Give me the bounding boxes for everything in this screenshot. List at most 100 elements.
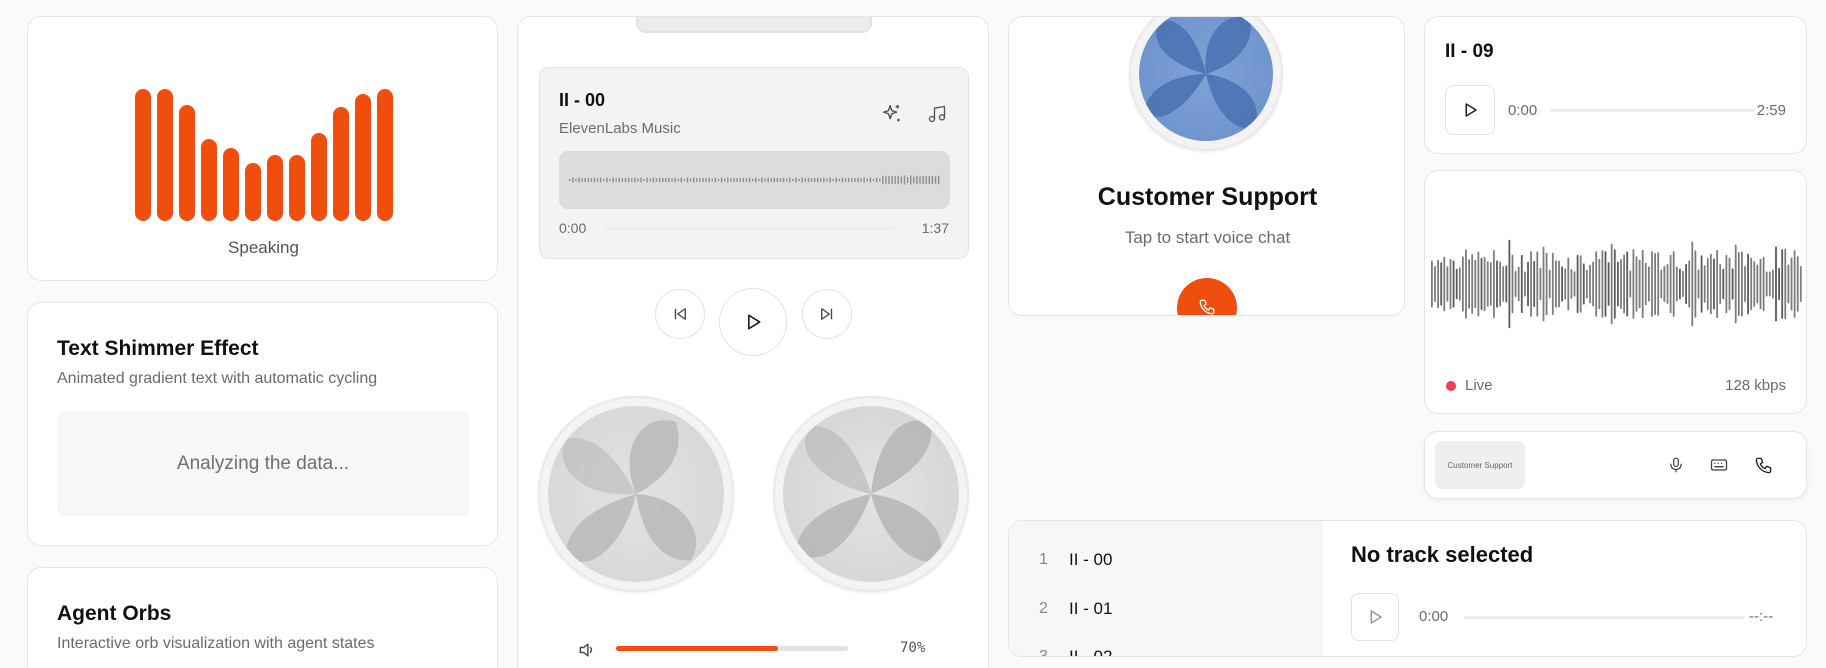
waveform-bar bbox=[1520, 254, 1523, 314]
waveform-bar bbox=[1551, 252, 1554, 316]
waveform-bar bbox=[596, 178, 599, 182]
next-track-button[interactable] bbox=[802, 289, 852, 339]
microphone-icon[interactable] bbox=[1665, 454, 1687, 476]
waveform-bar bbox=[578, 177, 580, 183]
waveform-bar bbox=[1607, 262, 1610, 306]
card-subtitle: Animated gradient text with automatic cy… bbox=[57, 370, 378, 387]
phone-icon bbox=[1198, 298, 1216, 315]
waveform-bar bbox=[910, 175, 912, 185]
card-title: Text Shimmer Effect bbox=[57, 337, 259, 360]
waveform-bar bbox=[748, 177, 751, 183]
waveform-bar bbox=[925, 176, 927, 184]
keyboard-icon[interactable] bbox=[1708, 454, 1730, 476]
track-number: 2 bbox=[1039, 600, 1048, 617]
waveform-bar bbox=[1480, 257, 1483, 311]
volume-icon[interactable] bbox=[576, 639, 598, 661]
support-subtitle: Tap to start voice chat bbox=[1124, 228, 1291, 247]
waveform-bar bbox=[727, 177, 729, 183]
waveform-bar bbox=[838, 178, 841, 182]
waveform-bar bbox=[674, 177, 676, 183]
waveform-bar bbox=[770, 178, 772, 182]
waveform-bar bbox=[643, 178, 645, 182]
waveform-bar bbox=[702, 177, 704, 183]
waveform-bar bbox=[714, 177, 717, 183]
waveform-bar bbox=[1539, 268, 1542, 300]
waveform-bar bbox=[1728, 257, 1731, 311]
list-item[interactable]: 3 II - 02 bbox=[1039, 645, 1113, 657]
waveform-bar bbox=[1713, 258, 1715, 310]
waveform-bar bbox=[1737, 252, 1740, 316]
track-waveform[interactable] bbox=[559, 151, 950, 209]
waveform-bar bbox=[1741, 251, 1743, 317]
start-call-button[interactable] bbox=[1177, 278, 1237, 315]
list-item[interactable]: 2 II - 01 bbox=[1039, 597, 1112, 621]
waveform-bar bbox=[1483, 256, 1486, 312]
track-number: 1 bbox=[1039, 551, 1048, 568]
waveform-bar bbox=[621, 178, 624, 182]
waveform-bar bbox=[1561, 266, 1563, 302]
waveform-bar bbox=[916, 175, 918, 185]
player-panel: II - 00 ElevenLabs Music 0:00 1:37 bbox=[539, 67, 969, 259]
bitrate: 128 kbps bbox=[1725, 377, 1786, 394]
waveform-bar bbox=[705, 178, 707, 182]
waveform-bar bbox=[1768, 271, 1771, 297]
agent-orb-left[interactable] bbox=[538, 396, 734, 592]
voice-level-bar bbox=[332, 107, 349, 221]
waveform-bar bbox=[937, 175, 940, 185]
sparkles-icon[interactable] bbox=[880, 102, 904, 126]
waveform-bar bbox=[1765, 271, 1768, 297]
waveform-bar bbox=[1471, 254, 1474, 314]
waveform-bar bbox=[804, 178, 806, 182]
volume-slider[interactable] bbox=[616, 646, 848, 651]
music-note-icon[interactable] bbox=[925, 102, 949, 126]
phone-icon[interactable] bbox=[1752, 454, 1774, 476]
waveform-bar bbox=[1682, 270, 1684, 298]
waveform-bar bbox=[624, 177, 627, 183]
seek-track[interactable] bbox=[1550, 109, 1755, 112]
waveform-bar bbox=[1759, 258, 1762, 310]
waveform-bar bbox=[662, 177, 664, 183]
support-orb[interactable] bbox=[1129, 17, 1283, 151]
waveform-bar bbox=[1719, 263, 1722, 305]
waveform-bar bbox=[1620, 259, 1622, 309]
waveform-bar bbox=[1784, 248, 1787, 320]
waveform-bar bbox=[817, 177, 819, 183]
track-title: II - 02 bbox=[1069, 647, 1113, 657]
track-artist: ElevenLabs Music bbox=[559, 120, 681, 137]
shimmer-text: Analyzing the data... bbox=[176, 452, 350, 474]
waveform-bar bbox=[1573, 271, 1576, 297]
waveform-bar bbox=[795, 177, 797, 183]
waveform-bar bbox=[655, 178, 658, 182]
waveform-bar bbox=[1651, 251, 1653, 317]
waveform-bar bbox=[1750, 257, 1753, 311]
waveform-bar bbox=[761, 177, 763, 183]
list-item[interactable]: 1 II - 00 bbox=[1039, 548, 1112, 572]
waveform-bar bbox=[1443, 256, 1446, 312]
waveform-bar bbox=[813, 177, 816, 183]
play-icon bbox=[1461, 101, 1479, 119]
playlist-play-button[interactable] bbox=[1351, 593, 1399, 641]
waveform-bar bbox=[1477, 251, 1480, 317]
waveform-bar bbox=[696, 178, 698, 182]
waveform-bar bbox=[668, 177, 670, 183]
waveform-bar bbox=[1527, 261, 1529, 307]
waveform-bar bbox=[882, 175, 884, 185]
mini-play-button[interactable] bbox=[1445, 85, 1495, 135]
waveform-bar bbox=[1474, 259, 1477, 309]
waveform-bar bbox=[851, 177, 853, 183]
play-button[interactable] bbox=[719, 288, 787, 356]
agent-orb-right[interactable] bbox=[773, 396, 969, 592]
seek-track[interactable] bbox=[1464, 616, 1744, 619]
waveform-bar bbox=[1493, 250, 1495, 318]
seek-track[interactable] bbox=[605, 227, 895, 230]
waveform-bar bbox=[733, 177, 735, 183]
waveform-bar bbox=[745, 178, 748, 182]
previous-track-button[interactable] bbox=[655, 289, 705, 339]
customer-support-card: Customer Support Tap to start voice chat bbox=[1008, 16, 1405, 316]
agent-chip[interactable]: Customer Support bbox=[1435, 441, 1525, 489]
waveform-bar bbox=[693, 177, 695, 183]
waveform-bar bbox=[928, 176, 930, 184]
waveform-bar bbox=[1570, 269, 1573, 299]
waveform-bar bbox=[1756, 264, 1759, 304]
waveform-bar bbox=[1610, 243, 1613, 325]
